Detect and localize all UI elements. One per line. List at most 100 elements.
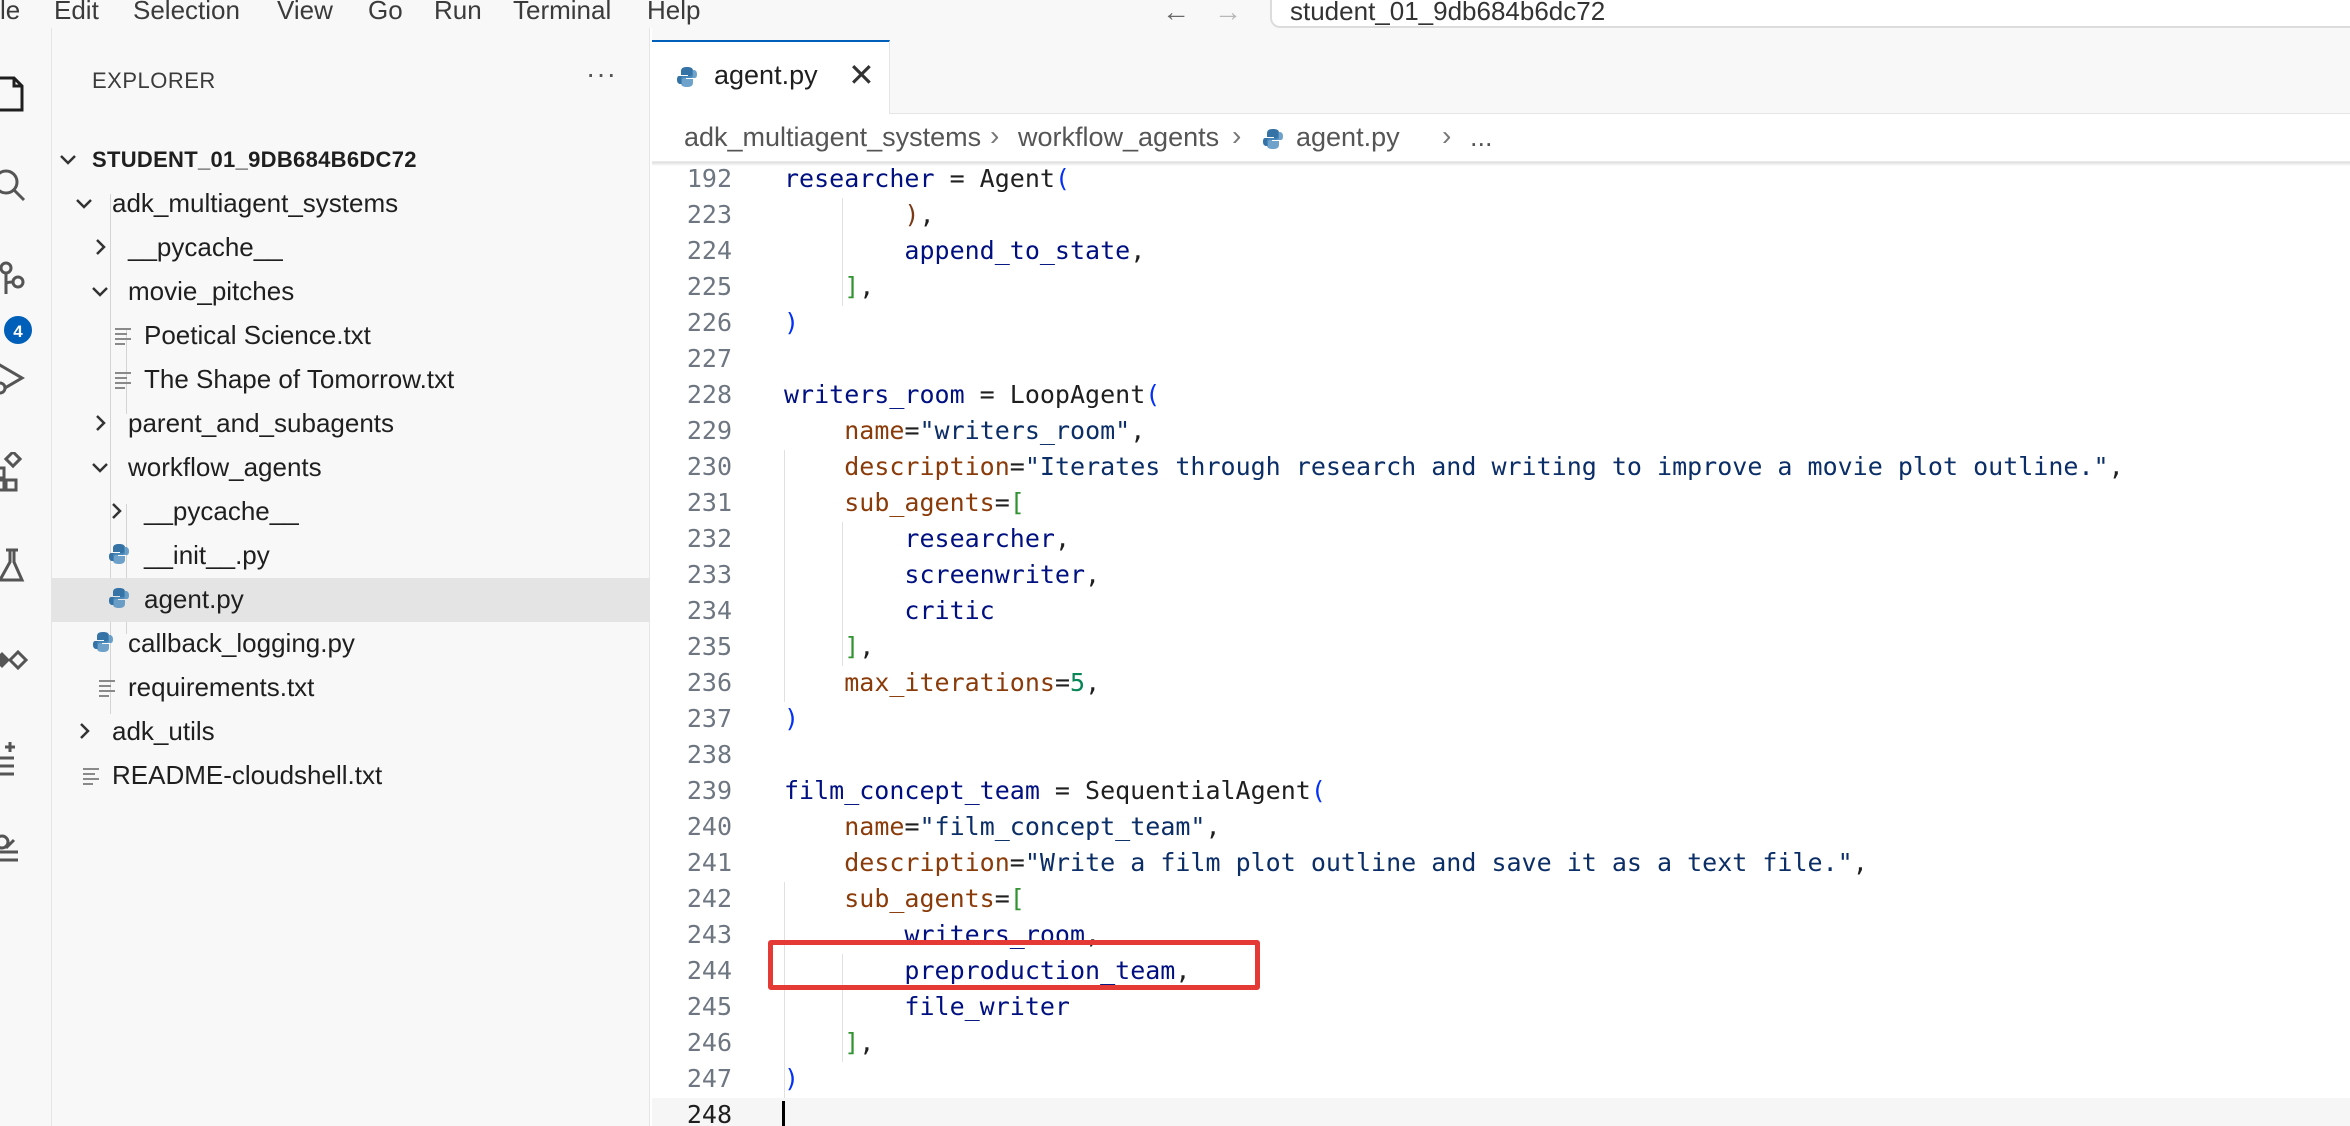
code-line[interactable]: 248 bbox=[652, 1098, 2350, 1126]
source-control-icon[interactable] bbox=[0, 260, 32, 300]
tree-item-callback-logging-py[interactable]: callback_logging.py bbox=[52, 622, 650, 666]
line-number: 233 bbox=[686, 560, 732, 589]
code-line[interactable]: 224 append_to_state, bbox=[652, 234, 2350, 270]
run-debug-icon[interactable] bbox=[0, 358, 32, 398]
code-line[interactable]: 228 writers_room = LoopAgent( bbox=[652, 378, 2350, 414]
tree-item-shape-of-tomorrow[interactable]: The Shape of Tomorrow.txt bbox=[52, 358, 650, 402]
line-number: 245 bbox=[686, 992, 732, 1021]
line-number: 240 bbox=[686, 812, 732, 841]
tree-item-parent-and-subagents[interactable]: parent_and_subagents bbox=[52, 402, 650, 446]
code-line[interactable]: 239 film_concept_team = SequentialAgent( bbox=[652, 774, 2350, 810]
code-line[interactable]: 192 researcher = Agent( bbox=[652, 162, 2350, 198]
command-center-search[interactable]: student_01_9db684b6dc72 bbox=[1270, 0, 2350, 28]
code-token: = bbox=[1009, 848, 1025, 877]
tree-item-movie-pitches[interactable]: movie_pitches bbox=[52, 270, 650, 314]
tree-item-pycache[interactable]: __pycache__ bbox=[52, 226, 650, 270]
tree-item-init-py[interactable]: __init__.py bbox=[52, 534, 650, 578]
tree-item-label: README-cloudshell.txt bbox=[112, 760, 383, 790]
code-line[interactable]: 231 sub_agents=[ bbox=[652, 486, 2350, 522]
code-line[interactable]: 226) bbox=[652, 306, 2350, 342]
breadcrumb-item[interactable]: agent.py bbox=[1296, 122, 1400, 153]
code-token: critic bbox=[904, 596, 995, 625]
source-control-badge: 4 bbox=[2, 314, 34, 346]
tree-item-poetical-science[interactable]: Poetical Science.txt bbox=[52, 314, 650, 358]
code-token: , bbox=[1130, 236, 1146, 265]
code-line[interactable]: 229 name="writers_room", bbox=[652, 414, 2350, 450]
code-line[interactable]: 223 ), bbox=[652, 198, 2350, 234]
testing-icon[interactable] bbox=[0, 546, 32, 586]
code-token: ] bbox=[844, 1028, 860, 1057]
tree-item-label: Poetical Science.txt bbox=[144, 320, 371, 350]
menu-file[interactable]: le bbox=[0, 0, 20, 26]
text-file-icon bbox=[115, 372, 131, 389]
code-text: name="film_concept_team", bbox=[784, 812, 1220, 841]
code-line[interactable]: 238 bbox=[652, 738, 2350, 774]
tree-item-agent-py[interactable]: agent.py bbox=[52, 578, 650, 622]
code-line[interactable]: 235 ], bbox=[652, 630, 2350, 666]
breadcrumb-item[interactable]: ... bbox=[1470, 122, 1493, 153]
code-token: researcher bbox=[904, 524, 1055, 553]
line-number: 246 bbox=[686, 1028, 732, 1057]
breadcrumb-item[interactable]: adk_multiagent_systems bbox=[684, 122, 981, 153]
remote-explorer-icon[interactable] bbox=[0, 640, 32, 680]
close-icon[interactable]: ✕ bbox=[848, 56, 875, 94]
line-number: 248 bbox=[686, 1100, 732, 1126]
code-line[interactable]: 237) bbox=[652, 702, 2350, 738]
code-line[interactable]: 227 bbox=[652, 342, 2350, 378]
code-line[interactable]: 234 critic bbox=[652, 594, 2350, 630]
code-line[interactable]: 242 sub_agents=[ bbox=[652, 882, 2350, 918]
search-icon[interactable] bbox=[0, 166, 32, 206]
more-actions-icon[interactable]: ··· bbox=[586, 58, 617, 90]
code-line[interactable]: 240 name="film_concept_team", bbox=[652, 810, 2350, 846]
code-token: ( bbox=[1054, 164, 1070, 193]
text-file-icon bbox=[115, 328, 131, 345]
checklist-icon[interactable] bbox=[0, 736, 32, 776]
code-line[interactable]: 246 ], bbox=[652, 1026, 2350, 1062]
chevron-right-icon bbox=[96, 239, 106, 255]
menu-run[interactable]: Run bbox=[434, 0, 482, 26]
menu-terminal[interactable]: Terminal bbox=[513, 0, 611, 26]
code-text: critic bbox=[784, 596, 995, 625]
code-line[interactable]: 233 screenwriter, bbox=[652, 558, 2350, 594]
tree-root-folder[interactable]: STUDENT_01_9DB684B6DC72 bbox=[52, 138, 650, 182]
forward-arrow-icon[interactable]: → bbox=[1214, 0, 1242, 28]
line-number: 237 bbox=[686, 704, 732, 733]
tree-item-workflow-agents[interactable]: workflow_agents bbox=[52, 446, 650, 490]
code-line[interactable]: 232 researcher, bbox=[652, 522, 2350, 558]
tree-item-requirements-txt[interactable]: requirements.txt bbox=[52, 666, 650, 710]
code-line[interactable]: 236 max_iterations=5, bbox=[652, 666, 2350, 702]
code-token: , bbox=[1852, 848, 1868, 877]
line-number: 244 bbox=[686, 956, 732, 985]
code-token: ) bbox=[784, 704, 800, 733]
tree-item-label: The Shape of Tomorrow.txt bbox=[144, 364, 455, 394]
extensions-icon[interactable] bbox=[0, 452, 32, 492]
line-number: 192 bbox=[686, 164, 732, 193]
code-line[interactable]: 241 description="Write a film plot outli… bbox=[652, 846, 2350, 882]
chevron-right-icon bbox=[112, 503, 122, 519]
back-arrow-icon[interactable]: ← bbox=[1162, 0, 1190, 28]
menu-bar: le Edit Selection View Go Run Terminal H… bbox=[0, 0, 2350, 28]
tab-agent-py[interactable]: agent.py ✕ bbox=[652, 40, 890, 114]
menu-view[interactable]: View bbox=[277, 0, 333, 26]
code-line[interactable]: 245 file_writer bbox=[652, 990, 2350, 1026]
code-line[interactable]: 247) bbox=[652, 1062, 2350, 1098]
menu-selection[interactable]: Selection bbox=[133, 0, 240, 26]
explorer-icon[interactable] bbox=[0, 74, 32, 114]
tree-item-readme-cloudshell[interactable]: README-cloudshell.txt bbox=[52, 754, 650, 798]
breadcrumb-item[interactable]: workflow_agents bbox=[1018, 122, 1219, 153]
cloud-code-icon[interactable] bbox=[0, 830, 32, 870]
tree-item-adk-multiagent-systems[interactable]: adk_multiagent_systems bbox=[52, 182, 650, 226]
code-text: append_to_state, bbox=[784, 236, 1145, 265]
menu-help[interactable]: Help bbox=[647, 0, 700, 26]
code-token: = bbox=[994, 488, 1010, 517]
code-text: researcher, bbox=[784, 524, 1070, 553]
code-line[interactable]: 225 ], bbox=[652, 270, 2350, 306]
tree-item-pycache[interactable]: __pycache__ bbox=[52, 490, 650, 534]
code-line[interactable]: 230 description="Iterates through resear… bbox=[652, 450, 2350, 486]
tree-item-adk-utils[interactable]: adk_utils bbox=[52, 710, 650, 754]
menu-go[interactable]: Go bbox=[368, 0, 403, 26]
tree-item-label: adk_utils bbox=[112, 716, 215, 746]
menu-edit[interactable]: Edit bbox=[54, 0, 99, 26]
code-token: = bbox=[994, 884, 1010, 913]
